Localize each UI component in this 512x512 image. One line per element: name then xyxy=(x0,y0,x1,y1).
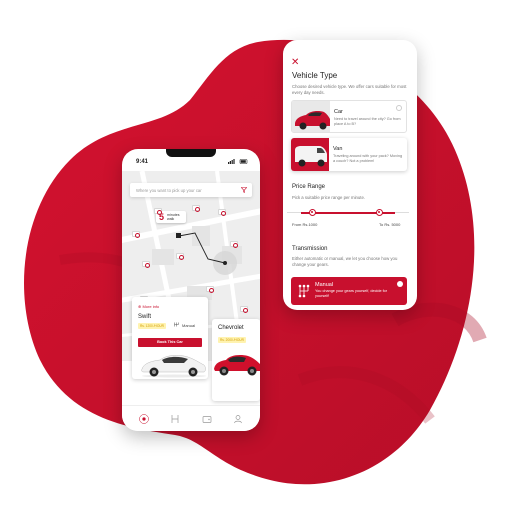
car-marker[interactable] xyxy=(230,241,239,249)
check-selected-icon xyxy=(397,281,403,287)
more-info-link[interactable]: ⊕ More info xyxy=(138,304,159,309)
price-max-handle[interactable] xyxy=(376,209,383,216)
eta-unit: minutes walk xyxy=(167,213,180,221)
price-badge: Rs. 2000 /HOUR xyxy=(218,337,246,343)
status-time: 9:41 xyxy=(136,159,149,165)
car-name: Chevrolet xyxy=(218,325,244,331)
car-marker[interactable] xyxy=(142,261,151,269)
car-marker[interactable] xyxy=(206,286,215,294)
price-range-description: Pick a suitable price range per minute. xyxy=(292,195,366,200)
car-card-swift[interactable]: ⊕ More info Swift Rs. 1200 /HOUR Manual … xyxy=(132,297,208,379)
transmission-option-manual[interactable]: Manual You change your gears yourself, d… xyxy=(291,277,407,305)
option-description: Need to travel around the city? Go from … xyxy=(334,117,401,126)
car-marker[interactable] xyxy=(192,205,201,213)
car-card-chevrolet[interactable]: Chevrolet Rs. 2000 /HOUR xyxy=(212,319,260,401)
map-phone-screen: 9:41 Where you want to pick up your car … xyxy=(122,149,260,431)
bottom-nav xyxy=(122,405,260,431)
price-to-label: To Rs. 5000 xyxy=(379,222,401,227)
close-icon[interactable]: ✕ xyxy=(291,58,299,68)
profile-icon[interactable] xyxy=(233,414,243,424)
car-thumbnail-image xyxy=(292,101,330,132)
option-description: Traveling around with your pack? Moving … xyxy=(333,154,403,163)
filter-funnel-icon[interactable] xyxy=(241,187,247,193)
vehicle-type-description: Choose desired vehicle type. We offer ca… xyxy=(292,84,407,95)
vehicle-option-van[interactable]: Van Traveling around with your pack? Mov… xyxy=(291,138,407,171)
red-hatchback-image xyxy=(214,355,260,376)
map-pin-icon[interactable] xyxy=(139,414,149,424)
option-name: Van xyxy=(333,146,343,152)
filter-phone-screen: ✕ Vehicle Type Choose desired vehicle ty… xyxy=(283,40,417,310)
price-badge: Rs. 1200 /HOUR xyxy=(138,323,166,329)
phone-notch xyxy=(166,149,216,157)
gear-shift-icon xyxy=(174,322,179,327)
car-marker[interactable] xyxy=(218,209,227,217)
gear-shift-icon xyxy=(298,284,310,298)
car-marker[interactable] xyxy=(240,306,249,314)
van-thumbnail-image xyxy=(291,138,329,171)
status-bar: 9:41 xyxy=(122,149,260,171)
wallet-icon[interactable] xyxy=(202,414,212,424)
car-marker[interactable] xyxy=(176,253,185,261)
car-marker[interactable] xyxy=(154,208,163,216)
option-description: You change your gears yourself, decide f… xyxy=(315,289,388,298)
white-sedan-image xyxy=(141,355,206,378)
car-marker[interactable] xyxy=(132,231,141,239)
search-placeholder: Where you want to pick up your car xyxy=(136,188,202,193)
route-icon[interactable] xyxy=(170,414,180,424)
book-car-button[interactable]: Book This Car xyxy=(138,338,202,347)
option-name: Manual xyxy=(315,282,334,288)
transmission-title: Transmission xyxy=(292,246,328,252)
vehicle-type-title: Vehicle Type xyxy=(292,71,338,80)
price-min-handle[interactable] xyxy=(309,209,316,216)
pickup-search-input[interactable]: Where you want to pick up your car xyxy=(130,183,252,197)
price-from-label: From Rs.1000 xyxy=(292,222,318,227)
price-range-title: Price Range xyxy=(292,184,326,190)
signal-battery-icon xyxy=(228,159,248,164)
transmission-description: Either automatic or manual, we let you c… xyxy=(292,256,398,267)
radio-unselected[interactable] xyxy=(396,105,402,111)
car-name: Swift xyxy=(138,314,152,320)
option-name: Car xyxy=(334,109,343,115)
transmission-label: Manual xyxy=(182,323,196,328)
vehicle-option-car[interactable]: Car Need to travel around the city? Go f… xyxy=(291,100,407,133)
